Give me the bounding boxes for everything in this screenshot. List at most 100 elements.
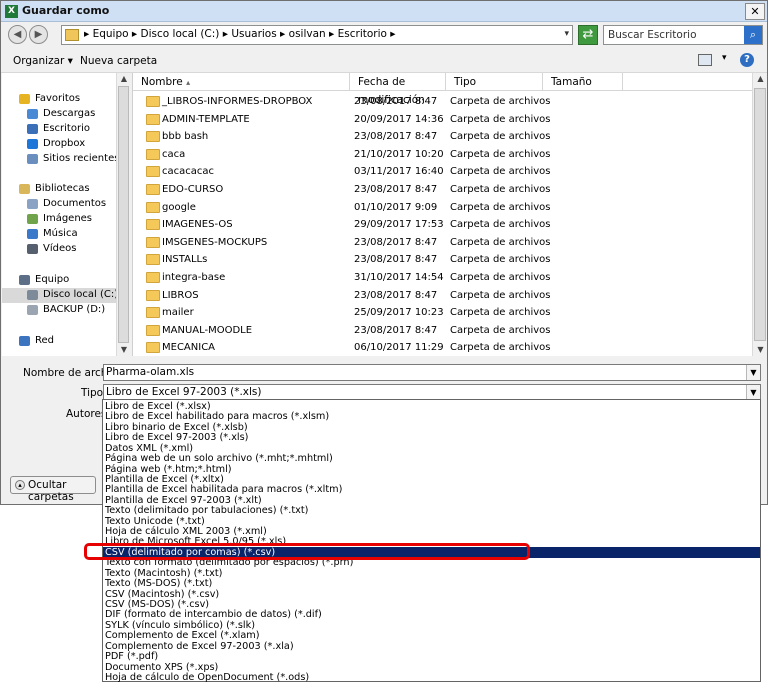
type-select-value[interactable]: Libro de Excel 97-2003 (*.xls): [106, 386, 262, 398]
scroll-up-arrow[interactable]: ▲: [117, 73, 131, 85]
filename-input[interactable]: Pharma-olam.xls ▼: [103, 364, 761, 381]
table-row[interactable]: IMAGENES-OS 29/09/2017 17:53 Carpeta de ar…: [133, 216, 752, 234]
type-option[interactable]: PDF (*.pdf): [103, 651, 760, 662]
sidebar-item[interactable]: Red: [2, 334, 116, 349]
file-name[interactable]: IMSGENES-MOCKUPS: [162, 237, 267, 248]
file-name[interactable]: caca: [162, 149, 185, 160]
file-name[interactable]: ADMIN-TEMPLATE: [162, 114, 250, 125]
column-name[interactable]: Nombre ▴: [133, 73, 350, 91]
type-option[interactable]: Libro de Excel (*.xlsx): [103, 401, 760, 412]
help-icon[interactable]: ?: [740, 53, 754, 67]
organize-button[interactable]: Organizar ▾: [13, 55, 73, 67]
column-date[interactable]: Fecha de modificación: [350, 73, 446, 106]
close-button[interactable]: ✕: [745, 3, 765, 20]
type-option[interactable]: Libro de Excel 97-2003 (*.xls): [103, 432, 760, 443]
type-option[interactable]: Datos XML (*.xml): [103, 443, 760, 454]
table-row[interactable]: MECANICA 06/10/2017 11:29 Carpeta de archi…: [133, 339, 752, 356]
chevron-down-icon[interactable]: ▼: [746, 365, 760, 380]
file-name[interactable]: cacacacac: [162, 166, 214, 177]
new-folder-button[interactable]: Nueva carpeta: [80, 55, 157, 67]
type-option[interactable]: Texto Unicode (*.txt): [103, 516, 760, 527]
filename-value[interactable]: Pharma-olam.xls: [106, 366, 194, 378]
type-option[interactable]: DIF (formato de intercambio de datos) (*…: [103, 609, 760, 620]
chevron-down-icon[interactable]: ▼: [746, 385, 760, 400]
file-name[interactable]: INSTALLs: [162, 254, 207, 265]
type-option[interactable]: SYLK (vínculo simbólico) (*.slk): [103, 620, 760, 631]
file-name[interactable]: EDO-CURSO: [162, 184, 223, 195]
file-name[interactable]: bbb bash: [162, 131, 208, 142]
file-name[interactable]: mailer: [162, 307, 194, 318]
type-option[interactable]: Hoja de cálculo XML 2003 (*.xml): [103, 526, 760, 537]
type-option[interactable]: Libro de Excel habilitado para macros (*…: [103, 411, 760, 422]
table-row[interactable]: cacacacac 03/11/2017 16:40 Carpeta de arch…: [133, 163, 752, 181]
table-row[interactable]: LIBROS 23/08/2017 8:47 Carpeta de archivos: [133, 287, 752, 305]
table-row[interactable]: integra-base 31/10/2017 14:54 Carpeta de a…: [133, 269, 752, 287]
sidebar-item[interactable]: Vídeos: [2, 242, 116, 257]
view-icon[interactable]: [698, 54, 712, 66]
column-size[interactable]: Tamaño: [543, 73, 623, 91]
table-row[interactable]: MANUAL-MOODLE 23/08/2017 8:47 Carpeta de a…: [133, 322, 752, 340]
breadcrumb[interactable]: ▸ Equipo ▸ Disco local (C:) ▸ Usuarios ▸…: [84, 28, 396, 40]
back-button[interactable]: ◀: [8, 25, 27, 44]
column-type[interactable]: Tipo: [446, 73, 543, 91]
table-row[interactable]: bbb bash 23/08/2017 8:47 Carpeta de archiv…: [133, 128, 752, 146]
type-option[interactable]: CSV (MS-DOS) (*.csv): [103, 599, 760, 610]
search-input[interactable]: Buscar Escritorio ⌕: [603, 25, 763, 45]
hide-folders-button[interactable]: ▴ Ocultar carpetas: [10, 476, 96, 503]
table-row[interactable]: mailer 25/09/2017 10:23 Carpeta de archivo…: [133, 304, 752, 322]
table-row[interactable]: caca 21/10/2017 10:20 Carpeta de archivos: [133, 146, 752, 164]
refresh-button[interactable]: ⇄: [578, 25, 598, 45]
scroll-up-arrow[interactable]: ▲: [753, 73, 768, 85]
scroll-down-arrow[interactable]: ▼: [753, 344, 768, 356]
scroll-thumb[interactable]: [118, 86, 129, 343]
file-name[interactable]: MECANICA: [162, 342, 215, 353]
file-name[interactable]: integra-base: [162, 272, 225, 283]
sidebar-item[interactable]: Documentos: [2, 197, 116, 212]
nav-scrollbar[interactable]: ▲ ▼: [116, 73, 130, 356]
forward-button[interactable]: ▶: [29, 25, 48, 44]
search-icon[interactable]: ⌕: [744, 26, 762, 44]
sidebar-item[interactable]: Sitios recientes: [2, 152, 119, 167]
type-option[interactable]: Complemento de Excel 97-2003 (*.xla): [103, 641, 760, 652]
address-bar[interactable]: ▸ Equipo ▸ Disco local (C:) ▸ Usuarios ▸…: [61, 25, 573, 45]
file-name[interactable]: IMAGENES-OS: [162, 219, 233, 230]
type-option[interactable]: Complemento de Excel (*.xlam): [103, 630, 760, 641]
type-option[interactable]: Plantilla de Excel 97-2003 (*.xlt): [103, 495, 760, 506]
sidebar-item[interactable]: Equipo: [2, 273, 116, 288]
table-row[interactable]: EDO-CURSO 23/08/2017 8:47 Carpeta de archi…: [133, 181, 752, 199]
table-row[interactable]: INSTALLs 23/08/2017 8:47 Carpeta de archiv…: [133, 251, 752, 269]
table-row[interactable]: IMSGENES-MOCKUPS 23/08/2017 8:47 Carpeta d…: [133, 234, 752, 252]
type-option[interactable]: Texto (delimitado por tabulaciones) (*.t…: [103, 505, 760, 516]
sidebar-item[interactable]: Disco local (C:): [2, 288, 118, 303]
type-option[interactable]: Texto (Macintosh) (*.txt): [103, 568, 760, 579]
sidebar-item[interactable]: Dropbox: [2, 137, 116, 152]
sidebar-item[interactable]: Descargas: [2, 107, 116, 122]
sidebar-item[interactable]: Música: [2, 227, 116, 242]
file-name[interactable]: MANUAL-MOODLE: [162, 325, 252, 336]
type-option[interactable]: Página web de un solo archivo (*.mht;*.m…: [103, 453, 760, 464]
sidebar-item[interactable]: Bibliotecas: [2, 182, 116, 197]
type-option[interactable]: Plantilla de Excel (*.xltx): [103, 474, 760, 485]
table-row[interactable]: ADMIN-TEMPLATE 20/09/2017 14:36 Carpeta de…: [133, 111, 752, 129]
file-name[interactable]: _LIBROS-INFORMES-DROPBOX: [162, 96, 312, 107]
sidebar-item[interactable]: Escritorio: [2, 122, 116, 137]
chevron-down-icon[interactable]: ▾: [722, 53, 727, 63]
table-row[interactable]: _LIBROS-INFORMES-DROPBOX 23/08/2017 8:47 C…: [133, 93, 752, 111]
scroll-down-arrow[interactable]: ▼: [117, 344, 131, 356]
sidebar-item[interactable]: Favoritos: [2, 92, 116, 107]
scroll-thumb[interactable]: [754, 88, 766, 341]
type-option[interactable]: Documento XPS (*.xps): [103, 662, 760, 673]
type-option[interactable]: Página web (*.htm;*.html): [103, 464, 760, 475]
type-option[interactable]: Libro binario de Excel (*.xlsb): [103, 422, 760, 433]
file-name[interactable]: LIBROS: [162, 290, 199, 301]
type-option[interactable]: Texto (MS-DOS) (*.txt): [103, 578, 760, 589]
type-option[interactable]: Plantilla de Excel habilitada para macro…: [103, 484, 760, 495]
type-option[interactable]: CSV (Macintosh) (*.csv): [103, 589, 760, 600]
chevron-down-icon[interactable]: ▾: [564, 29, 569, 39]
file-name[interactable]: google: [162, 202, 196, 213]
file-scrollbar[interactable]: ▲ ▼: [752, 73, 767, 356]
sidebar-item[interactable]: BACKUP (D:): [2, 303, 116, 318]
sidebar-item[interactable]: Imágenes: [2, 212, 116, 227]
type-option[interactable]: Hoja de cálculo de OpenDocument (*.ods): [103, 672, 760, 683]
table-row[interactable]: google 01/10/2017 9:09 Carpeta de archivos: [133, 199, 752, 217]
